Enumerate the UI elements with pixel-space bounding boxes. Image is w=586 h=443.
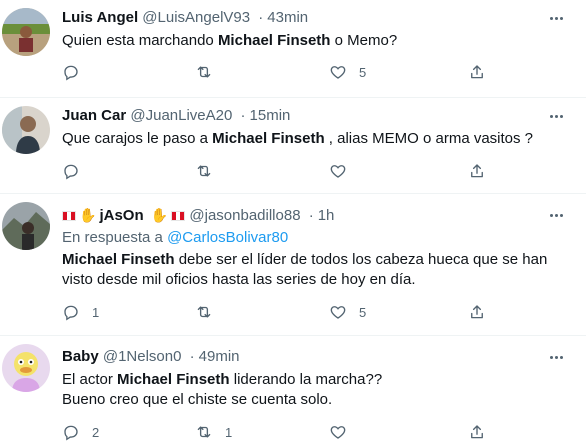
retweet-button[interactable]: 1 — [195, 422, 232, 442]
share-icon — [471, 425, 483, 439]
display-name[interactable]: Luis Angel — [62, 9, 138, 26]
like-button[interactable]: 5 — [329, 302, 366, 322]
peru-flag-icon — [62, 211, 76, 221]
tweet-header: ✋ jAsOn ✋ @jasonbadillo88 · 1h — [62, 205, 334, 225]
more-icon — [549, 213, 553, 217]
heart-icon — [330, 426, 346, 439]
timestamp[interactable]: 49min — [199, 348, 240, 365]
tweet-text: Que carajos le paso a Michael Finseth , … — [62, 130, 534, 147]
more-icon — [549, 16, 553, 20]
avatar[interactable] — [2, 8, 50, 56]
like-button[interactable]: 5 — [329, 62, 366, 82]
tweet[interactable]: ✋ jAsOn ✋ @jasonbadillo88 · 1h En respuest… — [0, 194, 586, 336]
reply-count: 2 — [92, 424, 100, 440]
tweet[interactable]: Juan Car @JuanLiveA20 · 15min Que carajos… — [0, 98, 586, 194]
display-name[interactable]: Juan Car — [62, 107, 126, 124]
tweet[interactable]: Baby @1Nelson0 · 49min El actor Michael F… — [0, 336, 586, 443]
avatar-image — [2, 8, 50, 56]
more-button[interactable] — [546, 205, 566, 225]
display-name[interactable]: Baby — [62, 348, 99, 365]
retweet-button[interactable] — [195, 62, 225, 82]
retweet-icon — [197, 165, 211, 177]
separator: · — [308, 207, 314, 224]
avatar-image — [2, 344, 50, 392]
bold-name: Michael Finseth — [62, 251, 175, 268]
tweet-actions: 2 1 — [0, 422, 586, 442]
reply-button[interactable] — [62, 62, 92, 82]
timestamp[interactable]: 43min — [267, 9, 308, 26]
separator: · — [240, 107, 246, 124]
share-button[interactable] — [468, 422, 486, 442]
tweet-header: Luis Angel @LuisAngelV93 · 43min — [62, 8, 308, 28]
reply-icon — [64, 425, 78, 441]
tweet-text: Quien esta marchando Michael Finseth o M… — [62, 32, 398, 49]
user-handle[interactable]: @1Nelson0 — [103, 348, 182, 365]
tweet-text: El actor Michael Finseth liderando la ma… — [62, 371, 383, 408]
retweet-icon — [197, 426, 211, 438]
avatar[interactable] — [2, 344, 50, 392]
retweet-button[interactable] — [195, 302, 225, 322]
reply-button[interactable] — [62, 161, 92, 181]
share-button[interactable] — [468, 302, 486, 322]
tweet[interactable]: Luis Angel @LuisAngelV93 · 43min Quien es… — [0, 0, 586, 98]
peru-flag-icon — [171, 211, 186, 221]
reply-icon — [64, 65, 78, 81]
share-icon — [471, 65, 483, 79]
more-button[interactable] — [546, 347, 566, 367]
retweet-icon — [197, 66, 211, 78]
more-button[interactable] — [546, 106, 566, 126]
avatar[interactable] — [2, 202, 50, 250]
reply-context: En respuesta a @CarlosBolivar80 — [62, 228, 288, 248]
avatar-image — [2, 202, 50, 250]
bold-name: Michael Finseth — [117, 371, 230, 388]
reply-target-link[interactable]: @CarlosBolivar80 — [167, 229, 288, 246]
heart-icon — [330, 165, 346, 178]
like-button[interactable] — [329, 161, 359, 181]
more-icon — [549, 114, 553, 118]
tweet-actions — [0, 161, 586, 181]
heart-icon — [330, 306, 346, 319]
retweet-icon — [197, 306, 211, 318]
like-button[interactable] — [329, 422, 359, 442]
reply-count: 1 — [92, 304, 100, 320]
timestamp[interactable]: 1h — [318, 207, 335, 224]
bold-name: Michael Finseth — [217, 32, 331, 49]
bold-name: Michael Finseth — [212, 130, 325, 147]
tweet-actions: 1 5 — [0, 302, 586, 322]
share-button[interactable] — [468, 62, 486, 82]
hamsa-icon: ✋ — [79, 207, 97, 223]
reply-label: En respuesta a — [62, 229, 163, 246]
share-button[interactable] — [468, 161, 486, 181]
heart-icon — [330, 66, 346, 79]
share-icon — [471, 305, 483, 319]
timestamp[interactable]: 15min — [250, 107, 291, 124]
avatar-image — [2, 106, 50, 154]
more-button[interactable] — [546, 8, 566, 28]
retweet-button[interactable] — [195, 161, 225, 181]
tweet-actions: 5 — [0, 62, 586, 82]
reply-button[interactable]: 1 — [62, 302, 99, 322]
reply-icon — [64, 305, 78, 321]
more-icon — [549, 355, 553, 359]
avatar[interactable] — [2, 106, 50, 154]
like-count: 5 — [359, 64, 367, 80]
tweet-text: Michael Finseth debe ser el líder de tod… — [62, 251, 548, 288]
user-handle[interactable]: @LuisAngelV93 — [142, 9, 250, 26]
reply-icon — [64, 164, 78, 180]
separator: · — [258, 9, 264, 26]
share-icon — [471, 164, 483, 178]
separator: · — [189, 348, 195, 365]
tweet-header: Juan Car @JuanLiveA20 · 15min — [62, 106, 290, 126]
reply-button[interactable]: 2 — [62, 422, 99, 442]
retweet-count: 1 — [225, 424, 233, 440]
user-handle[interactable]: @jasonbadillo88 — [189, 207, 300, 224]
hamsa-icon: ✋ — [150, 207, 169, 223]
like-count: 5 — [359, 304, 367, 320]
user-handle[interactable]: @JuanLiveA20 — [130, 107, 232, 124]
tweet-header: Baby @1Nelson0 · 49min — [62, 347, 240, 367]
display-name[interactable]: jAsOn — [99, 207, 143, 224]
